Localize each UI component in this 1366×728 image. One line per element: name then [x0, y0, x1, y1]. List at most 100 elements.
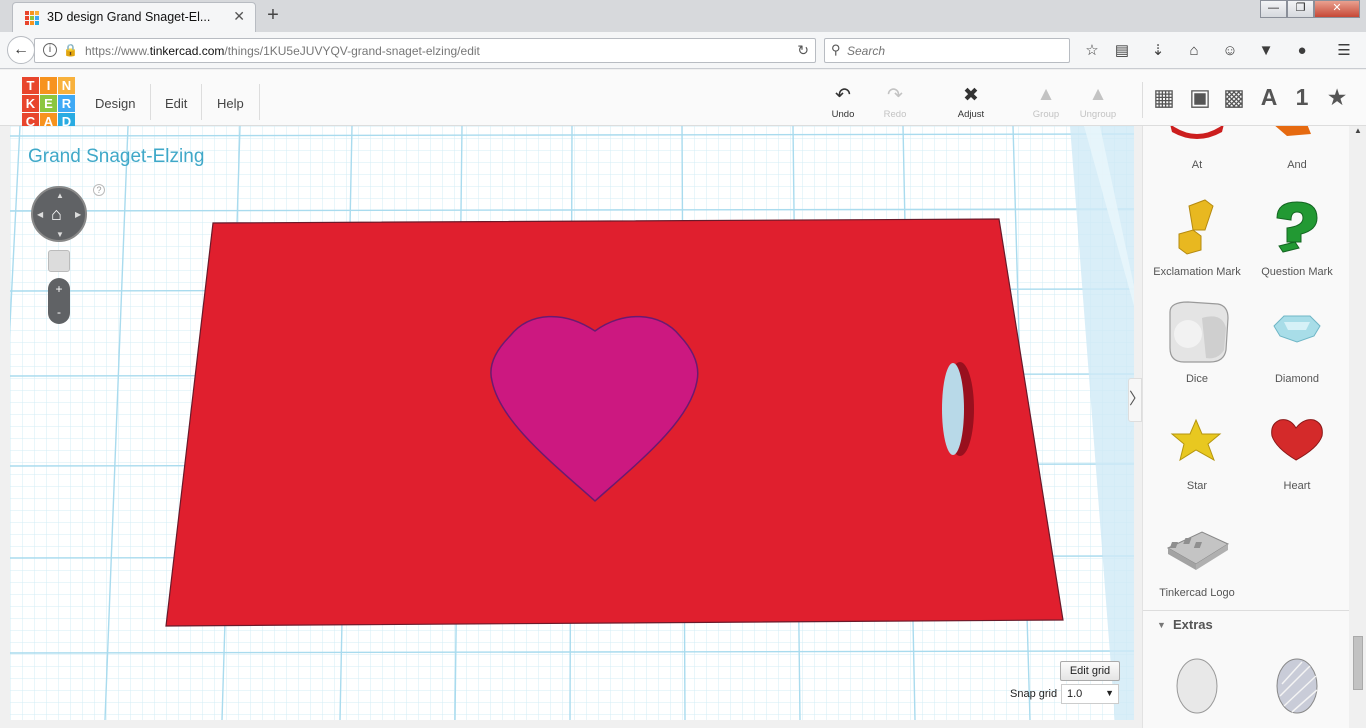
ungroup-button[interactable]: ▲ Ungroup: [1068, 84, 1128, 120]
at-shape-icon: [1170, 126, 1224, 139]
shape-diamond[interactable]: Diamond: [1247, 298, 1347, 388]
shape-heart[interactable]: Heart: [1247, 406, 1347, 496]
undo-icon: ↶: [835, 85, 851, 106]
favorites-star-icon[interactable]: ★: [1324, 84, 1350, 112]
exclamation-mark-icon: [1178, 199, 1214, 255]
adjust-button[interactable]: ✖ Adjust: [941, 84, 1001, 120]
diamond-icon: [1273, 315, 1321, 343]
group-icon: ▲: [1036, 84, 1056, 105]
snap-grid-select[interactable]: 1.0 ▼: [1061, 684, 1119, 704]
shape-tinkercad-logo[interactable]: Tinkercad Logo: [1147, 514, 1247, 604]
logo-letter: N: [58, 77, 75, 94]
chevron-down-icon: ▼: [1105, 688, 1114, 698]
shape-label: Exclamation Mark: [1153, 266, 1241, 278]
dice-icon: [1169, 301, 1229, 363]
shape-exclamation-mark[interactable]: Exclamation Mark: [1147, 192, 1247, 282]
star-shape-icon: [1170, 418, 1222, 462]
undo-button[interactable]: ↶ Undo: [813, 84, 873, 120]
workplane[interactable]: Grand Snaget-Elzing ▲ ▼ ◀ ▶ ⌂ ? + - Edit…: [10, 126, 1134, 720]
shape-egg[interactable]: [1147, 654, 1247, 728]
fit-view-button[interactable]: [48, 250, 70, 272]
orbit-left-icon[interactable]: ◀: [37, 210, 43, 219]
browser-tab[interactable]: 3D design Grand Snaget-El... ✕: [12, 2, 256, 32]
grid-view-icon[interactable]: ▦: [1152, 84, 1176, 112]
search-input[interactable]: [847, 42, 1057, 60]
tinkercad-favicon-icon: [25, 11, 39, 25]
zoom-out-button[interactable]: -: [48, 301, 70, 324]
shape-dice[interactable]: Dice: [1147, 298, 1247, 388]
logo-letter: E: [40, 95, 57, 112]
info-icon[interactable]: i: [43, 43, 57, 57]
reload-icon[interactable]: ↻: [797, 42, 809, 59]
group-label: Group: [1032, 109, 1060, 120]
lightbulb-icon[interactable]: ●: [1292, 41, 1312, 61]
hole-shape[interactable]: [942, 363, 964, 455]
reading-list-icon[interactable]: ▤: [1112, 41, 1132, 61]
collapse-triangle-icon: ▼: [1157, 620, 1166, 630]
shape-and[interactable]: And: [1247, 126, 1347, 178]
shape-label: Heart: [1283, 480, 1311, 492]
panel-collapse-button[interactable]: 〉: [1128, 378, 1145, 422]
orbit-down-icon[interactable]: ▼: [56, 230, 64, 239]
bookmark-star-icon[interactable]: ☆: [1082, 41, 1102, 61]
shape-label: Star: [1186, 480, 1208, 492]
url-bar[interactable]: i 🔒 https://www.tinkercad.com/things/1KU…: [34, 38, 816, 63]
logo-letter: I: [40, 77, 57, 94]
number-icon[interactable]: 1: [1292, 84, 1312, 112]
window-close-button[interactable]: ✕: [1314, 0, 1360, 18]
scroll-up-icon[interactable]: ▲: [1354, 126, 1362, 135]
home-icon[interactable]: ⌂: [1184, 41, 1204, 61]
pocket-icon[interactable]: ▼: [1256, 41, 1276, 61]
shape-star[interactable]: Star: [1147, 406, 1247, 496]
edit-grid-button[interactable]: Edit grid: [1060, 661, 1120, 681]
help-icon[interactable]: ?: [93, 184, 105, 196]
and-shape-icon: [1275, 126, 1311, 136]
maximize-button[interactable]: ❐: [1287, 0, 1314, 18]
back-button[interactable]: ←: [7, 36, 35, 64]
text-letter-icon[interactable]: A: [1257, 84, 1281, 112]
shape-egg-wireframe[interactable]: [1247, 654, 1347, 728]
tab-title: 3D design Grand Snaget-El...: [47, 10, 211, 24]
snap-grid-label: Snap grid: [1010, 688, 1058, 700]
shapes-panel: At And Exclamation Mark Question Mark Di…: [1142, 126, 1349, 728]
redo-button[interactable]: ↷ Redo: [865, 84, 925, 120]
logo-letter: R: [58, 95, 75, 112]
menu-design[interactable]: Design: [95, 96, 135, 111]
group-button[interactable]: ▲ Group: [1016, 84, 1076, 120]
menu-edit[interactable]: Edit: [165, 96, 187, 111]
extras-section-header[interactable]: ▼ Extras: [1143, 610, 1349, 632]
box-view-icon[interactable]: ▣: [1187, 84, 1213, 112]
snap-grid-value: 1.0: [1067, 688, 1083, 700]
menu-divider: [150, 84, 151, 120]
scrollbar-thumb[interactable]: [1353, 636, 1363, 690]
wireframe-view-icon[interactable]: ▩: [1221, 84, 1247, 112]
menu-divider: [201, 84, 202, 120]
home-view-icon[interactable]: ⌂: [51, 204, 62, 225]
hamburger-menu-icon[interactable]: ☰: [1334, 41, 1354, 61]
workplane-canvas[interactable]: [10, 126, 1134, 720]
menu-divider: [259, 84, 260, 120]
tinkercad-logo[interactable]: T I N K E R C A D: [22, 77, 75, 130]
panel-scrollbar[interactable]: ▲: [1350, 126, 1366, 728]
design-title[interactable]: Grand Snaget-Elzing: [28, 146, 204, 168]
heart-shape-icon: [1271, 419, 1323, 461]
ungroup-icon: ▲: [1088, 84, 1108, 105]
menu-help[interactable]: Help: [217, 96, 244, 111]
shape-question-mark[interactable]: Question Mark: [1247, 192, 1347, 282]
minimize-button[interactable]: —: [1260, 0, 1287, 18]
shape-label: Dice: [1185, 373, 1208, 385]
adjust-label: Adjust: [957, 109, 985, 120]
orbit-up-icon[interactable]: ▲: [56, 191, 64, 200]
search-box[interactable]: ⚲: [824, 38, 1070, 63]
tab-close-icon[interactable]: ✕: [233, 8, 245, 25]
wireframe-egg-icon: [1276, 658, 1318, 714]
view-navigation-control[interactable]: ▲ ▼ ◀ ▶ ⌂: [31, 186, 87, 242]
orbit-right-icon[interactable]: ▶: [75, 210, 81, 219]
shape-label: Question Mark: [1261, 266, 1333, 278]
hello-chat-icon[interactable]: ☺: [1220, 41, 1240, 61]
downloads-icon[interactable]: ⇣: [1148, 41, 1168, 61]
zoom-control[interactable]: + -: [48, 278, 70, 324]
shape-at[interactable]: At: [1147, 126, 1247, 178]
new-tab-button[interactable]: +: [262, 4, 284, 27]
zoom-in-button[interactable]: +: [48, 278, 70, 301]
